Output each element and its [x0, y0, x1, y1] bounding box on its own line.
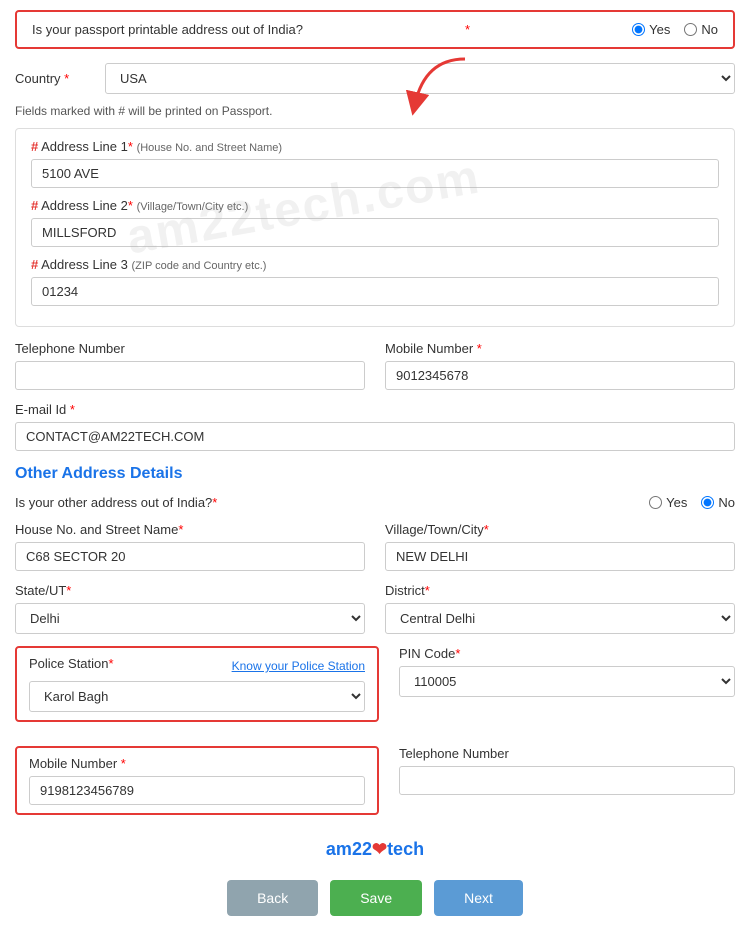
telephone-input[interactable]: [15, 361, 365, 390]
address-line2-label: # Address Line 2* (Village/Town/City etc…: [31, 198, 719, 213]
passport-required-star: *: [465, 22, 470, 37]
tel-mobile-row: Telephone Number Mobile Number *: [15, 341, 735, 390]
district-col: District* Central Delhi North Delhi Sout…: [385, 583, 735, 634]
address-line3-input[interactable]: [31, 277, 719, 306]
police-header: Police Station* Know your Police Station: [29, 656, 365, 676]
district-label: District*: [385, 583, 735, 598]
police-label: Police Station*: [29, 656, 114, 671]
next-button[interactable]: Next: [434, 880, 523, 916]
bottom-buttons: Back Save Next: [15, 880, 735, 916]
india-no-input[interactable]: [701, 496, 714, 509]
address-line1-row: # # Address Line 1 Address Line 1* (Hous…: [31, 139, 719, 188]
know-police-link[interactable]: Know your Police Station: [232, 659, 365, 673]
pin-label: PIN Code*: [399, 646, 735, 661]
mobile-top-col: Mobile Number *: [385, 341, 735, 390]
passport-radio-group: Yes No: [632, 22, 718, 37]
india-yes-label: Yes: [666, 495, 687, 510]
mobile-top-label: Mobile Number *: [385, 341, 735, 356]
state-label: State/UT*: [15, 583, 365, 598]
passport-yes-radio[interactable]: Yes: [632, 22, 670, 37]
passport-yes-input[interactable]: [632, 23, 645, 36]
watermark-bottom: am22❤tech: [15, 839, 735, 860]
save-button[interactable]: Save: [330, 880, 422, 916]
mobile-top-input[interactable]: [385, 361, 735, 390]
passport-yes-label: Yes: [649, 22, 670, 37]
house-label: House No. and Street Name*: [15, 522, 365, 537]
india-yes-input[interactable]: [649, 496, 662, 509]
address-block: # # Address Line 1 Address Line 1* (Hous…: [15, 128, 735, 327]
address-line1-input[interactable]: [31, 159, 719, 188]
india-no-radio[interactable]: No: [701, 495, 735, 510]
telephone-col: Telephone Number: [15, 341, 365, 390]
passport-question-box: Is your passport printable address out o…: [15, 10, 735, 49]
police-select[interactable]: Karol Bagh Connaught Place Chandni Chowk…: [29, 681, 365, 712]
mobile-bottom-label: Mobile Number *: [29, 756, 365, 771]
pin-col: PIN Code* 110005 110001 110010 110020: [399, 646, 735, 734]
telephone-label: Telephone Number: [15, 341, 365, 356]
house-col: House No. and Street Name*: [15, 522, 365, 571]
telephone-bottom-label: Telephone Number: [399, 746, 735, 761]
house-input[interactable]: [15, 542, 365, 571]
district-select[interactable]: Central Delhi North Delhi South Delhi Ea…: [385, 603, 735, 634]
country-required-star: *: [64, 71, 69, 86]
address-line1-label: # # Address Line 1 Address Line 1* (Hous…: [31, 139, 719, 154]
passport-no-input[interactable]: [684, 23, 697, 36]
house-village-row: House No. and Street Name* Village/Town/…: [15, 522, 735, 571]
address-line3-row: # Address Line 3 (ZIP code and Country e…: [31, 257, 719, 306]
state-district-row: State/UT* Delhi Maharashtra Karnataka Ta…: [15, 583, 735, 634]
village-col: Village/Town/City*: [385, 522, 735, 571]
mobile-bottom-input[interactable]: [29, 776, 365, 805]
telephone-bottom-col: Telephone Number: [399, 746, 735, 827]
country-row: Country * USA India UK Canada Australia: [15, 63, 735, 94]
state-col: State/UT* Delhi Maharashtra Karnataka Ta…: [15, 583, 365, 634]
other-address-title: Other Address Details: [15, 465, 735, 483]
village-input[interactable]: [385, 542, 735, 571]
mobile-bottom-row: Mobile Number * Telephone Number: [15, 746, 735, 827]
india-yes-radio[interactable]: Yes: [649, 495, 687, 510]
india-no-label: No: [718, 495, 735, 510]
state-select[interactable]: Delhi Maharashtra Karnataka Tamil Nadu U…: [15, 603, 365, 634]
village-label: Village/Town/City*: [385, 522, 735, 537]
country-label: Country *: [15, 71, 95, 86]
mobile-bottom-col: Mobile Number *: [15, 746, 379, 815]
india-question-row: Is your other address out of India?* Yes…: [15, 495, 735, 510]
arrow-annotation: [405, 49, 485, 119]
back-button[interactable]: Back: [227, 880, 318, 916]
address-line2-row: # Address Line 2* (Village/Town/City etc…: [31, 198, 719, 247]
address-line3-label: # Address Line 3 (ZIP code and Country e…: [31, 257, 719, 272]
police-pin-row: Police Station* Know your Police Station…: [15, 646, 735, 734]
address-line2-input[interactable]: [31, 218, 719, 247]
police-col: Police Station* Know your Police Station…: [15, 646, 379, 722]
telephone-bottom-input[interactable]: [399, 766, 735, 795]
email-section: E-mail Id *: [15, 402, 735, 451]
email-input[interactable]: [15, 422, 735, 451]
passport-no-label: No: [701, 22, 718, 37]
watermark-heart-icon: ❤: [372, 839, 387, 859]
passport-question-label: Is your passport printable address out o…: [32, 22, 303, 37]
pin-select[interactable]: 110005 110001 110010 110020: [399, 666, 735, 697]
passport-no-radio[interactable]: No: [684, 22, 718, 37]
india-radio-group: Yes No: [649, 495, 735, 510]
email-label: E-mail Id *: [15, 402, 735, 417]
india-question-label: Is your other address out of India?*: [15, 495, 217, 510]
fields-note: Fields marked with # will be printed on …: [15, 104, 735, 118]
